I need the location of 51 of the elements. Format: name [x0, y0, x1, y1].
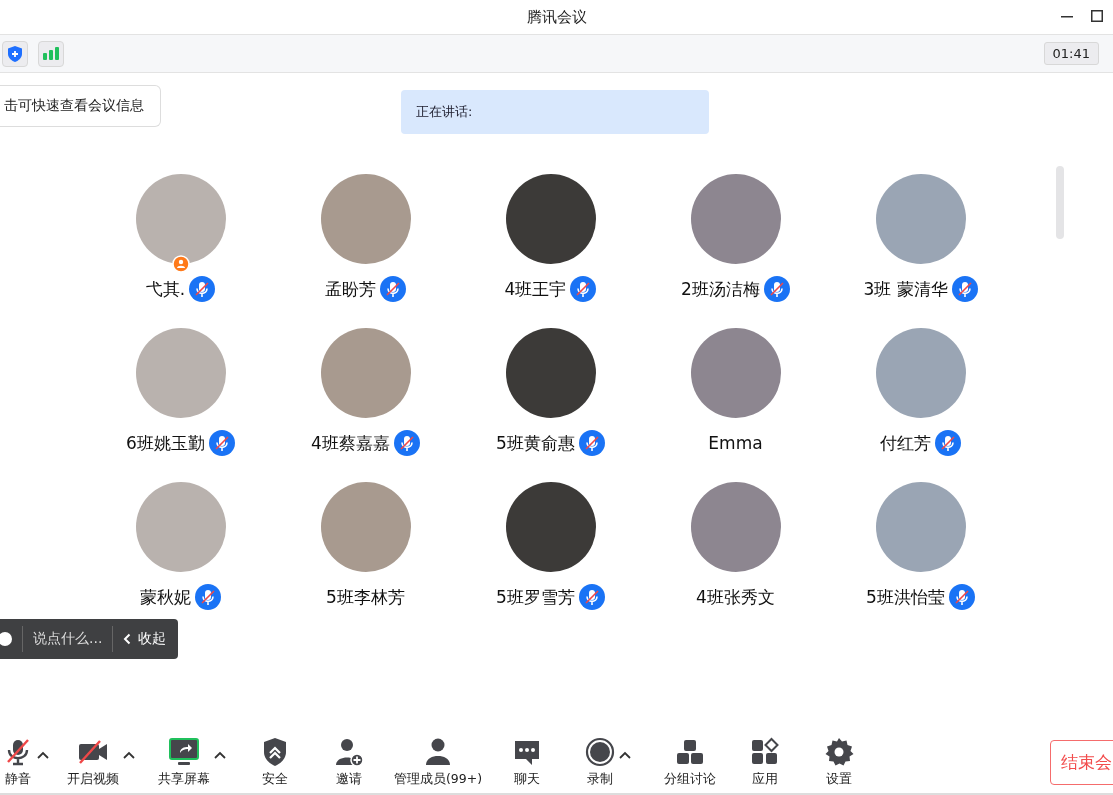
scrollbar[interactable]	[1056, 166, 1064, 239]
participant-name: 5班罗雪芳	[496, 585, 575, 609]
maximize-icon[interactable]	[1091, 10, 1103, 22]
chat-button[interactable]: 聊天	[512, 736, 542, 788]
end-meeting-button[interactable]: 结束会	[1050, 739, 1113, 785]
participant-name: 5班李林芳	[326, 585, 405, 609]
participant-name: 弋其.	[145, 277, 186, 301]
participant-name: Emma	[708, 433, 763, 453]
chat-input-field[interactable]: 说点什么...	[33, 630, 103, 648]
record-button[interactable]: 录制	[585, 736, 615, 788]
apps-icon	[750, 736, 780, 767]
participant-name: 蒙秋妮	[140, 585, 191, 609]
participant-name: 3班 蒙清华	[863, 277, 948, 301]
security-button[interactable]: 安全	[260, 736, 290, 788]
caret-icon[interactable]	[214, 751, 226, 759]
shield-icon	[8, 45, 22, 62]
participant-name: 4班王宇	[504, 277, 567, 301]
minimize-icon[interactable]	[1061, 16, 1073, 18]
invite-icon	[334, 736, 364, 767]
window-title: 腾讯会议	[526, 7, 587, 27]
caret-icon[interactable]	[37, 751, 49, 759]
collapse-button[interactable]: 收起	[123, 630, 167, 648]
chevron-left-icon	[123, 633, 132, 645]
participant-name: 付红芳	[880, 431, 931, 455]
mic-button[interactable]: 静音	[3, 736, 33, 788]
speaking-label: 正在讲话:	[416, 103, 473, 121]
members-button[interactable]: 管理成员(99+)	[393, 736, 483, 788]
participant-name: 孟盼芳	[325, 277, 376, 301]
security-shield-button[interactable]	[2, 40, 28, 67]
participant-name: 5班黄俞惠	[496, 431, 575, 455]
emoji-icon[interactable]	[0, 632, 12, 646]
share-button[interactable]: 共享屏幕	[158, 736, 210, 788]
record-icon	[585, 736, 615, 767]
caret-icon[interactable]	[619, 751, 631, 759]
invite-button[interactable]: 邀请	[334, 736, 364, 788]
apps-button[interactable]: 应用	[750, 736, 780, 788]
meeting-info-tip[interactable]: 击可快速查看会议信息	[0, 85, 161, 127]
signal-icon	[43, 47, 59, 60]
participant-name: 6班姚玉勤	[126, 431, 205, 455]
breakout-button[interactable]: 分组讨论	[664, 736, 716, 788]
meeting-timer: 01:41	[1043, 42, 1099, 65]
share-icon	[169, 736, 199, 767]
participant-name: 2班汤洁梅	[681, 277, 760, 301]
video-button[interactable]: 开启视频	[67, 736, 119, 788]
caret-icon[interactable]	[123, 751, 135, 759]
participant-name: 4班蔡嘉嘉	[311, 431, 390, 455]
members-icon	[423, 736, 453, 767]
participant-name: 4班张秀文	[696, 585, 775, 609]
settings-button[interactable]: 设置	[824, 736, 854, 788]
settings-icon	[824, 736, 854, 767]
participant-name: 5班洪怡莹	[866, 585, 945, 609]
